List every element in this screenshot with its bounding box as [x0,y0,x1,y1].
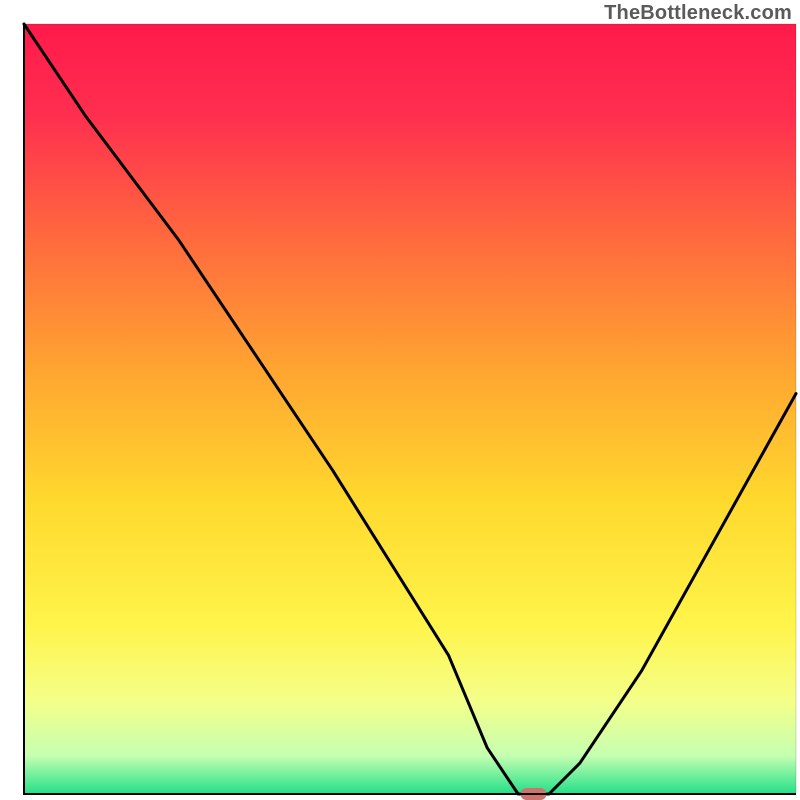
bottleneck-chart [0,0,800,800]
chart-background-gradient [24,24,796,794]
watermark-text: TheBottleneck.com [604,2,792,25]
chart-container: TheBottleneck.com [0,0,800,800]
